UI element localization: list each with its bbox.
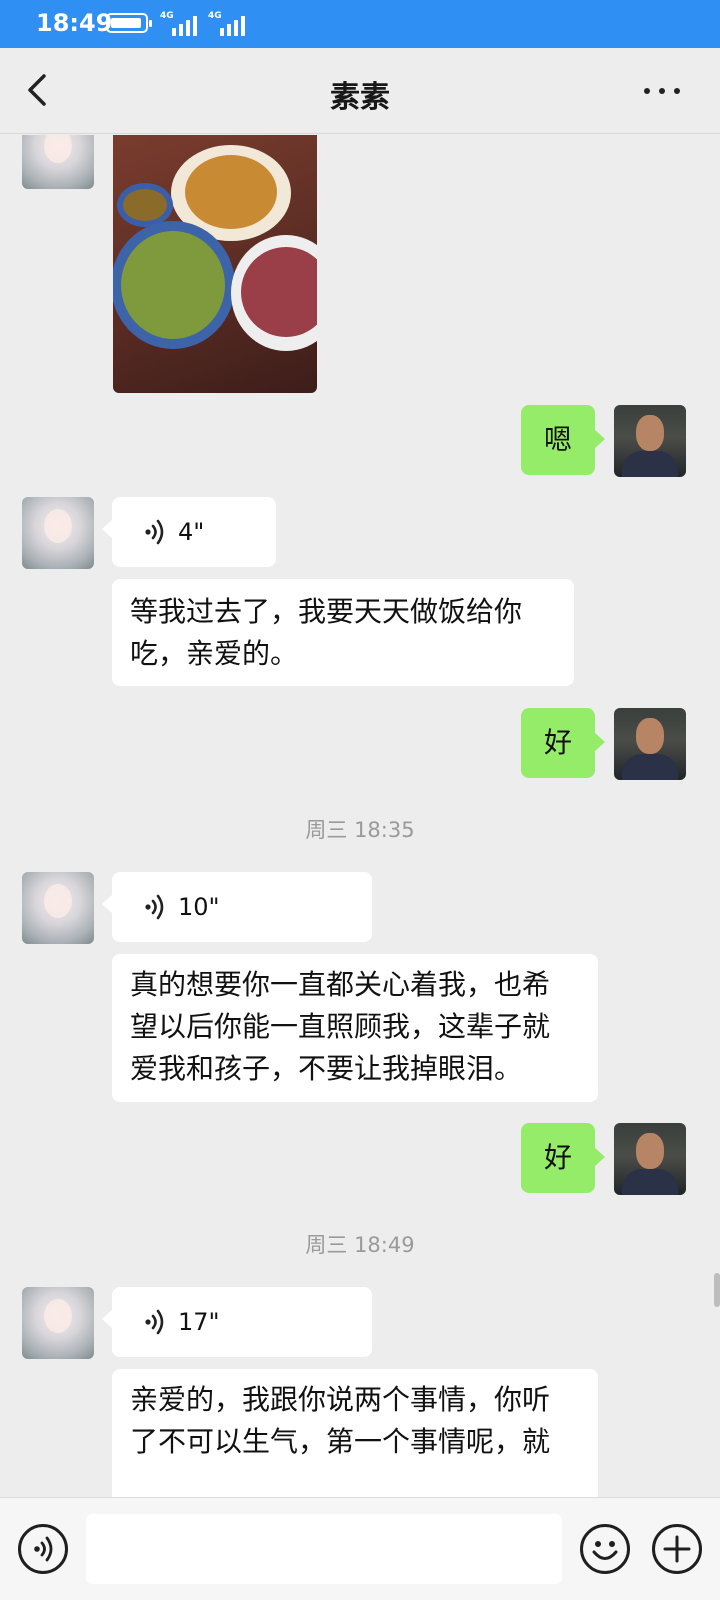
my-message-bubble[interactable]: 好	[521, 1123, 605, 1193]
voice-wave-icon	[145, 894, 164, 920]
chat-header: 素素	[0, 48, 720, 134]
my-message-bubble[interactable]: 好	[521, 708, 605, 778]
voice-message[interactable]: 17"	[102, 1287, 372, 1357]
message-text: 嗯	[543, 423, 572, 456]
voice-message[interactable]: 10"	[102, 872, 372, 942]
message-line: 等我过去了，我要天天做饭给你	[130, 595, 523, 628]
plus-circle-icon	[663, 1535, 691, 1563]
contact-message-bubble[interactable]: 真的想要你一直都关心着我，也希 望以后你能一直照顾我，这辈子就 爱我和孩子，不要…	[112, 954, 598, 1102]
message-line: 爱我和孩子，不要让我掉眼泪。	[130, 1052, 523, 1085]
message-timestamp: 周三 18:49	[305, 1233, 415, 1257]
message-line: 真的想要你一直都关心着我，也希	[130, 968, 551, 1001]
message-list[interactable]: 嗯 4" 等我过去了，我要天天做饭给你 吃，亲爱的。 好 周三 18:35 10…	[0, 135, 720, 1497]
voice-wave-icon	[145, 1309, 164, 1335]
chat-title: 素素	[330, 80, 390, 115]
image-message[interactable]	[113, 135, 317, 393]
message-input[interactable]	[86, 1514, 562, 1584]
more-functions-button[interactable]	[652, 1524, 702, 1574]
more-horizontal-icon	[644, 88, 650, 94]
voice-message[interactable]: 4"	[102, 497, 276, 567]
my-avatar[interactable]	[614, 708, 686, 780]
my-avatar[interactable]	[614, 405, 686, 477]
input-bar	[0, 1497, 720, 1600]
emoji-button[interactable]	[580, 1524, 630, 1574]
message-text: 好	[543, 1141, 572, 1174]
status-bar: 18:49 4G 4G	[0, 0, 720, 48]
message-line: 吃，亲爱的。	[130, 637, 299, 670]
voice-duration: 17"	[178, 1308, 220, 1336]
contact-avatar[interactable]	[22, 1287, 94, 1359]
contact-message-bubble[interactable]: 等我过去了，我要天天做饭给你 吃，亲爱的。	[112, 579, 574, 686]
status-time: 18:49	[36, 9, 113, 37]
message-line: 望以后你能一直照顾我，这辈子就	[130, 1010, 551, 1043]
message-timestamp: 周三 18:35	[305, 818, 415, 842]
more-options-button[interactable]	[644, 86, 680, 96]
message-line: 了不可以生气，第一个事情呢，就	[130, 1425, 551, 1458]
voice-input-button[interactable]	[18, 1524, 68, 1574]
scrollbar[interactable]	[714, 1273, 720, 1307]
voice-mode-icon	[34, 1536, 53, 1562]
voice-duration: 4"	[178, 518, 205, 546]
voice-duration: 10"	[178, 893, 220, 921]
my-avatar[interactable]	[614, 1123, 686, 1195]
contact-message-bubble[interactable]: 亲爱的，我跟你说两个事情，你听 了不可以生气，第一个事情呢，就	[112, 1369, 598, 1497]
my-message-bubble[interactable]: 嗯	[521, 405, 605, 475]
contact-avatar[interactable]	[22, 135, 94, 189]
contact-avatar[interactable]	[22, 497, 94, 569]
voice-wave-icon	[145, 519, 164, 545]
battery-icon	[106, 13, 152, 33]
message-line: 亲爱的，我跟你说两个事情，你听	[130, 1383, 551, 1416]
emoji-icon	[592, 1541, 618, 1560]
contact-avatar[interactable]	[22, 872, 94, 944]
message-text: 好	[543, 726, 572, 759]
